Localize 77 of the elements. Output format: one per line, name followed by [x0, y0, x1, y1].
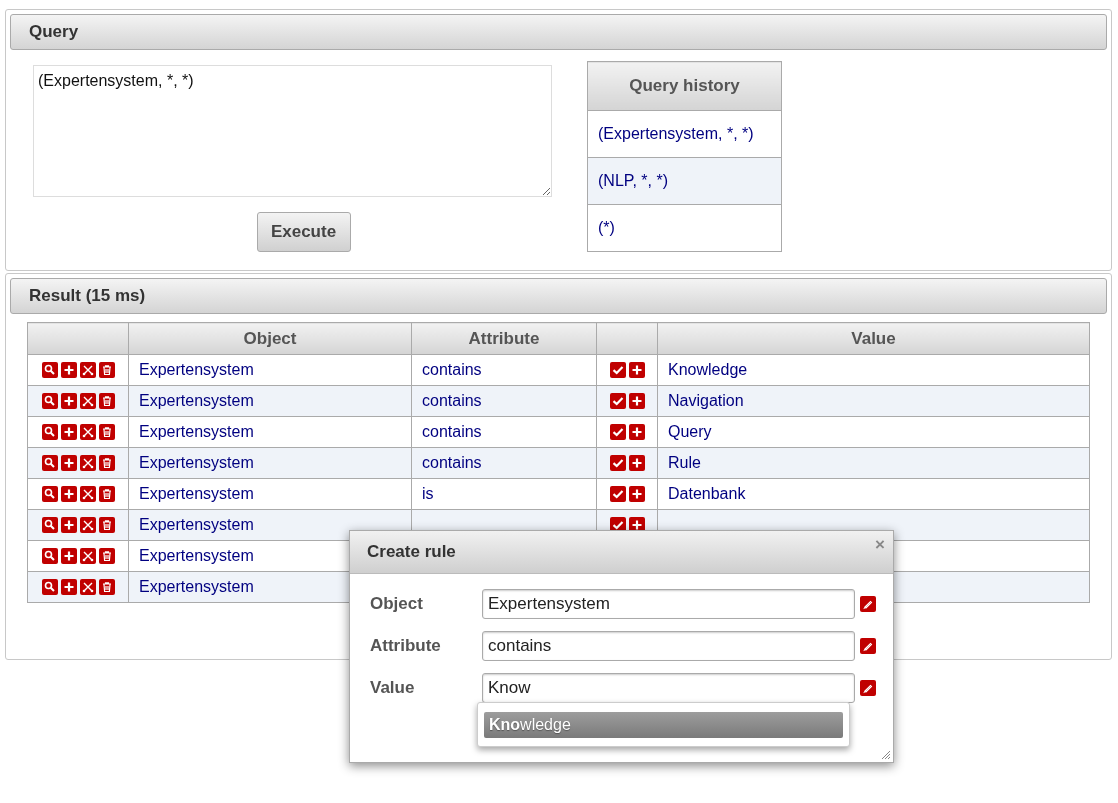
- pencil-icon[interactable]: [860, 638, 876, 654]
- table-header: Query history: [587, 61, 782, 111]
- trash-icon[interactable]: [98, 486, 115, 502]
- plus-icon[interactable]: [628, 455, 645, 471]
- table-header: Attribute: [411, 322, 597, 355]
- plus-icon[interactable]: [60, 362, 77, 378]
- field-label: Attribute: [370, 636, 442, 656]
- crossed-arrows-icon[interactable]: [79, 393, 96, 409]
- pencil-icon[interactable]: [860, 680, 876, 696]
- plus-icon[interactable]: [60, 393, 77, 409]
- panel-header: Result (15 ms): [10, 278, 1107, 314]
- crossed-arrows-icon[interactable]: [79, 455, 96, 471]
- crossed-arrows-icon[interactable]: [79, 579, 96, 595]
- plus-icon[interactable]: [60, 579, 77, 595]
- plus-icon[interactable]: [628, 486, 645, 502]
- plus-icon[interactable]: [60, 455, 77, 471]
- plus-icon[interactable]: [60, 486, 77, 502]
- crossed-arrows-icon[interactable]: [79, 424, 96, 440]
- trash-icon[interactable]: [98, 455, 115, 471]
- history-item[interactable]: (*): [587, 204, 782, 252]
- plus-icon[interactable]: [60, 548, 77, 564]
- trash-icon[interactable]: [98, 517, 115, 533]
- table-cell[interactable]: Expertensystem: [128, 385, 412, 417]
- table-header: Value: [657, 322, 1090, 355]
- crossed-arrows-icon[interactable]: [79, 548, 96, 564]
- table-cell[interactable]: Datenbank: [657, 478, 1090, 510]
- table-cell[interactable]: Expertensystem: [128, 447, 412, 479]
- table-cell: contains: [411, 447, 597, 479]
- search-icon[interactable]: [41, 486, 58, 502]
- search-icon[interactable]: [41, 393, 58, 409]
- check-icon[interactable]: [609, 362, 626, 378]
- table-cell[interactable]: Navigation: [657, 385, 1090, 417]
- search-icon[interactable]: [41, 362, 58, 378]
- table-cell: is: [411, 478, 597, 510]
- input-field[interactable]: contains: [482, 631, 855, 661]
- resize-grip-icon[interactable]: [882, 751, 890, 759]
- table-cell[interactable]: Expertensystem: [128, 416, 412, 448]
- table-cell[interactable]: Expertensystem: [128, 354, 412, 386]
- trash-icon[interactable]: [98, 424, 115, 440]
- table-cell[interactable]: Query: [657, 416, 1090, 448]
- check-icon[interactable]: [609, 486, 626, 502]
- crossed-arrows-icon[interactable]: [79, 486, 96, 502]
- history-item[interactable]: (Expertensystem, *, *): [587, 110, 782, 158]
- table-cell[interactable]: Rule: [657, 447, 1090, 479]
- trash-icon[interactable]: [98, 393, 115, 409]
- check-icon[interactable]: [609, 424, 626, 440]
- field-label: Value: [370, 678, 416, 698]
- trash-icon[interactable]: [98, 362, 115, 378]
- table-cell: contains: [411, 416, 597, 448]
- check-icon[interactable]: [609, 455, 626, 471]
- plus-icon[interactable]: [628, 424, 645, 440]
- history-item[interactable]: (NLP, *, *): [587, 157, 782, 205]
- execute-button[interactable]: Execute: [256, 212, 351, 252]
- query-input[interactable]: (Expertensystem, *, *): [33, 65, 552, 197]
- plus-icon[interactable]: [628, 362, 645, 378]
- crossed-arrows-icon[interactable]: [79, 517, 96, 533]
- table-cell[interactable]: Expertensystem: [128, 478, 412, 510]
- search-icon[interactable]: [41, 424, 58, 440]
- trash-icon[interactable]: [98, 548, 115, 564]
- plus-icon[interactable]: [60, 424, 77, 440]
- crossed-arrows-icon[interactable]: [79, 362, 96, 378]
- table-cell: contains: [411, 354, 597, 386]
- check-icon[interactable]: [609, 393, 626, 409]
- table-header: Object: [128, 322, 412, 355]
- search-icon[interactable]: [41, 455, 58, 471]
- pencil-icon[interactable]: [860, 596, 876, 612]
- panel-header: Query: [10, 14, 1107, 50]
- search-icon[interactable]: [41, 517, 58, 533]
- plus-icon[interactable]: [60, 517, 77, 533]
- search-icon[interactable]: [41, 579, 58, 595]
- search-icon[interactable]: [41, 548, 58, 564]
- table-cell: contains: [411, 385, 597, 417]
- input-field[interactable]: Know: [482, 673, 855, 703]
- input-field[interactable]: Expertensystem: [482, 589, 855, 619]
- trash-icon[interactable]: [98, 579, 115, 595]
- plus-icon[interactable]: [628, 393, 645, 409]
- table-cell[interactable]: Knowledge: [657, 354, 1090, 386]
